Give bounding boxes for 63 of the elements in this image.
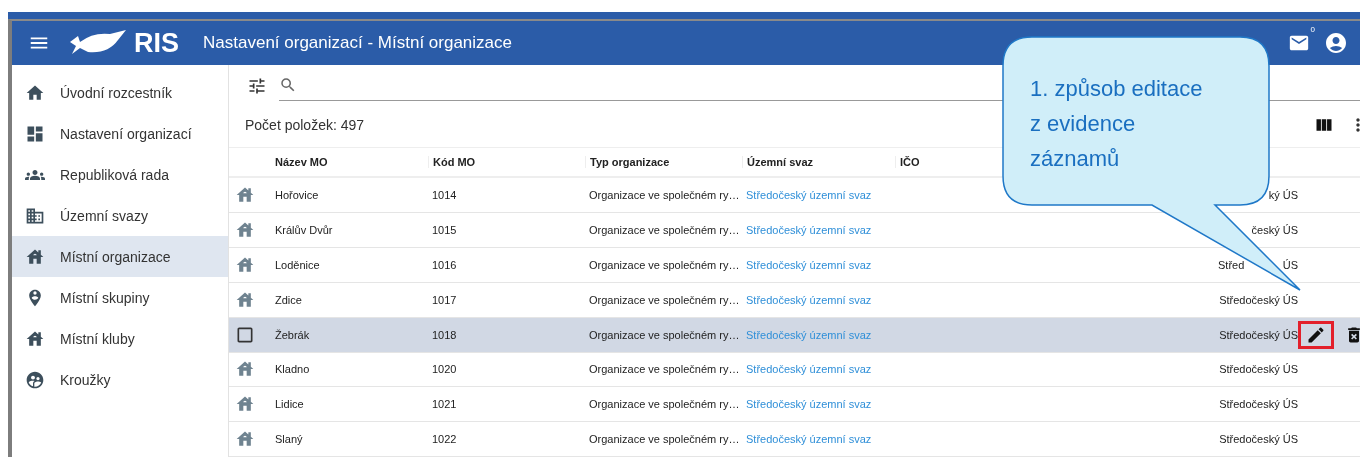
table-cell-text: Lidice: [275, 398, 305, 411]
table-cell-text: Králův Dvůr: [275, 224, 334, 237]
table-cell-text: Zdice: [275, 293, 303, 306]
table-cell-text: 1022: [432, 433, 458, 446]
edit-button[interactable]: [1298, 320, 1334, 349]
union-link[interactable]: Středočeský územní svaz: [746, 398, 899, 411]
table-cell-text: Slaný: [275, 433, 304, 446]
union-link[interactable]: Středočeský územní svaz: [746, 224, 899, 237]
table-cell-text: Organizace ve společném ry…: [589, 293, 741, 306]
table-cell-text: Organizace ve společném ry…: [589, 189, 741, 202]
house-icon: [235, 255, 255, 275]
sidebar-item[interactable]: Místní kluby: [12, 318, 228, 359]
table-cell-text: 1020: [432, 363, 458, 376]
column-header[interactable]: Název MO: [275, 156, 328, 168]
sidebar-item[interactable]: Místní skupiny: [12, 277, 228, 318]
table-cell-text: 1018: [432, 328, 458, 341]
account-icon[interactable]: [1324, 31, 1348, 55]
sidebar-item[interactable]: Úvodní rozcestník: [12, 72, 228, 113]
table-cell-text: Organizace ve společném ry…: [589, 224, 741, 237]
table-cell-text: 1014: [432, 189, 458, 202]
edit-icon: [1306, 324, 1326, 345]
table-cell-text: Organizace ve společném ry…: [589, 363, 741, 376]
table-cell-text: Organizace ve společném ry…: [589, 328, 741, 341]
union-link[interactable]: Středočeský územní svaz: [746, 433, 899, 446]
table-cell-text: Organizace ve společném ry…: [589, 398, 741, 411]
table-cell: Středočeský ÚS: [1219, 398, 1298, 411]
column-header[interactable]: Typ organizace: [585, 156, 670, 168]
table-cell: Středočeský ÚS: [1219, 293, 1298, 306]
union-link[interactable]: Středočeský územní svaz: [746, 189, 899, 202]
union-link[interactable]: Středočeský územní svaz: [746, 259, 899, 271]
sidebar-item[interactable]: Místní organizace: [12, 236, 228, 277]
sidebar-item[interactable]: Kroužky: [12, 359, 228, 400]
callout-text: 1. způsob editace z evidence záznamů: [1030, 75, 1203, 173]
table-cell-text: 1017: [432, 293, 458, 306]
page-title: Nastavení organizací - Místní organizace: [203, 33, 513, 53]
column-header[interactable]: Kód MO: [428, 156, 476, 168]
table-cell-text: 1021: [432, 398, 458, 411]
table-cell: ký ÚS: [1268, 189, 1298, 202]
item-count: Počet položek: 497: [245, 116, 365, 133]
table-cell-text: Hořovice: [275, 189, 320, 202]
sidebar-item[interactable]: Nastavení organizací: [12, 113, 228, 154]
table-cell-text: Organizace ve společném ry…: [589, 259, 741, 271]
sidebar-item[interactable]: Republiková rada: [12, 154, 228, 195]
union-link[interactable]: Středočeský územní svaz: [746, 363, 899, 376]
mail-count: 0: [1310, 25, 1315, 34]
table-cell: Střed: [1218, 259, 1245, 271]
table-cell-text: Organizace ve společném ry…: [589, 433, 741, 446]
column-header[interactable]: Územní svaz: [742, 156, 814, 168]
column-header[interactable]: IČO: [895, 156, 920, 168]
table-cell-text: Loděnice: [275, 259, 321, 271]
table-cell-text: Kladno: [275, 363, 311, 376]
logo-text: RIS: [134, 27, 179, 59]
table-cell: Středočeský ÚS: [1219, 433, 1298, 446]
sidebar-item[interactable]: Územní svazy: [12, 195, 228, 236]
table-cell: ÚS: [1282, 259, 1298, 271]
table-cell-text: Žebrák: [275, 328, 311, 341]
table-cell: český ÚS: [1251, 224, 1298, 237]
table-cell-text: 1016: [432, 259, 458, 271]
table-row[interactable]: Žebrák 1018 Organizace ve společném ry… Středočeský územní svaz Středočeský ÚS: [229, 317, 1360, 353]
table-cell-text: 1015: [432, 224, 458, 237]
table-cell: Středočeský ÚS: [1219, 363, 1298, 376]
table-cell: Středočeský ÚS: [1219, 328, 1298, 341]
union-link[interactable]: Středočeský územní svaz: [746, 293, 899, 306]
